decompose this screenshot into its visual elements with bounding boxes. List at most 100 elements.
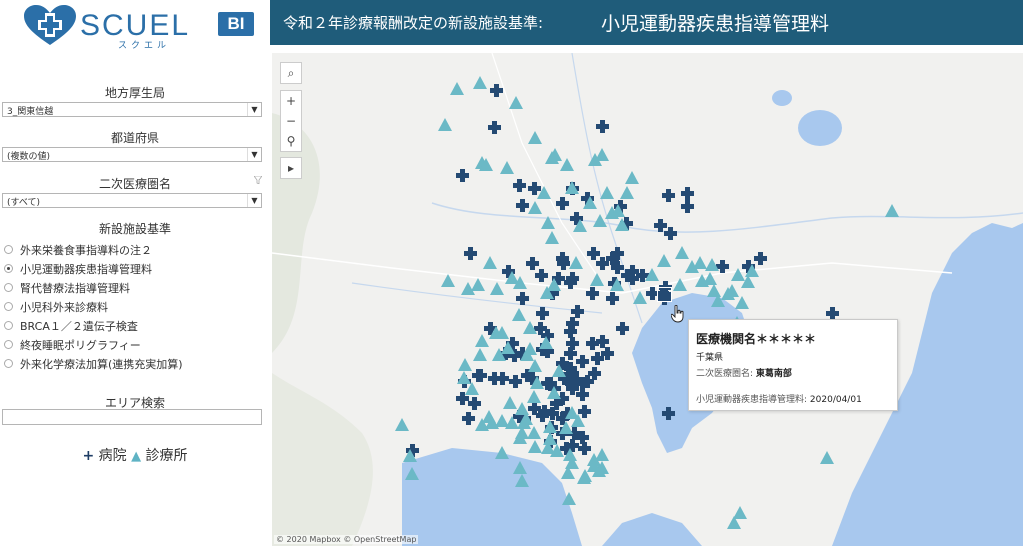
radio-button[interactable] <box>4 264 13 273</box>
hospital-marker[interactable] <box>664 227 677 240</box>
clinic-marker[interactable] <box>673 278 687 291</box>
clinic-marker[interactable] <box>523 321 537 334</box>
clinic-marker[interactable] <box>600 186 614 199</box>
clinic-marker[interactable] <box>885 204 899 217</box>
hospital-marker[interactable] <box>513 179 526 192</box>
map-search-control[interactable]: ⌕ <box>280 62 302 84</box>
clinic-marker[interactable] <box>703 272 717 285</box>
expand-icon[interactable]: ▸ <box>281 158 301 178</box>
clinic-marker[interactable] <box>528 359 542 372</box>
radio-button[interactable] <box>4 340 13 349</box>
clinic-marker[interactable] <box>465 382 479 395</box>
criteria-option[interactable]: BRCA１／２遺伝子検査 <box>4 316 183 335</box>
prefecture-select[interactable]: (複数の値) ▼ <box>2 147 262 162</box>
radio-button[interactable] <box>4 321 13 330</box>
clinic-marker[interactable] <box>547 278 561 291</box>
hospital-marker[interactable] <box>564 347 577 360</box>
clinic-marker[interactable] <box>528 440 542 453</box>
clinic-marker[interactable] <box>475 334 489 347</box>
clinic-marker[interactable] <box>633 291 647 304</box>
clinic-marker[interactable] <box>625 171 639 184</box>
clinic-marker[interactable] <box>438 118 452 131</box>
criteria-option[interactable]: 小児科外来診療料 <box>4 297 183 316</box>
hospital-marker[interactable] <box>576 388 589 401</box>
clinic-marker[interactable] <box>513 276 527 289</box>
clinic-marker[interactable] <box>492 348 506 361</box>
hospital-marker[interactable] <box>556 197 569 210</box>
clinic-marker[interactable] <box>820 451 834 464</box>
clinic-marker[interactable] <box>583 196 597 209</box>
zoom-out-icon[interactable]: − <box>281 111 301 131</box>
clinic-marker[interactable] <box>578 469 592 482</box>
clinic-marker[interactable] <box>395 418 409 431</box>
clinic-marker[interactable] <box>458 358 472 371</box>
clinic-marker[interactable] <box>461 282 475 295</box>
clinic-marker[interactable] <box>725 284 739 297</box>
hospital-marker[interactable] <box>586 337 599 350</box>
clinic-marker[interactable] <box>705 258 719 271</box>
hospital-marker[interactable] <box>468 397 481 410</box>
clinic-marker[interactable] <box>560 158 574 171</box>
hospital-marker[interactable] <box>681 200 694 213</box>
hospital-marker[interactable] <box>488 372 501 385</box>
hospital-marker[interactable] <box>536 307 549 320</box>
clinic-marker[interactable] <box>528 131 542 144</box>
hospital-marker[interactable] <box>662 407 675 420</box>
clinic-marker[interactable] <box>550 444 564 457</box>
clinic-marker[interactable] <box>513 461 527 474</box>
clinic-marker[interactable] <box>727 516 741 529</box>
hospital-marker[interactable] <box>490 84 503 97</box>
radio-button[interactable] <box>4 283 13 292</box>
chevron-down-icon[interactable]: ▼ <box>247 194 261 207</box>
clinic-marker[interactable] <box>503 396 517 409</box>
hospital-marker[interactable] <box>564 276 577 289</box>
hospital-marker[interactable] <box>662 189 675 202</box>
clinic-marker[interactable] <box>562 492 576 505</box>
clinic-marker[interactable] <box>483 256 497 269</box>
criteria-option[interactable]: 腎代替療法指導管理料 <box>4 278 183 297</box>
clinic-marker[interactable] <box>473 348 487 361</box>
clinic-marker[interactable] <box>537 186 551 199</box>
criteria-option[interactable]: 終夜睡眠ポリグラフィー <box>4 335 183 354</box>
search-icon[interactable]: ⌕ <box>281 63 301 83</box>
hospital-marker[interactable] <box>576 431 589 444</box>
facility-map[interactable]: ⌕ + − ⚲ ▸ © 2020 Mapbox © OpenStreetMap <box>272 53 1023 546</box>
hospital-marker[interactable] <box>586 287 599 300</box>
hospital-marker[interactable] <box>626 265 639 278</box>
hospital-marker[interactable] <box>587 247 600 260</box>
clinic-marker[interactable] <box>611 204 625 217</box>
clinic-marker[interactable] <box>563 448 577 461</box>
hospital-marker[interactable] <box>526 257 539 270</box>
map-expand-control[interactable]: ▸ <box>280 157 302 179</box>
clinic-marker[interactable] <box>745 264 759 277</box>
hospital-marker[interactable] <box>566 317 579 330</box>
clinic-marker[interactable] <box>475 418 489 431</box>
clinic-marker[interactable] <box>450 82 464 95</box>
hospital-marker[interactable] <box>611 247 624 260</box>
clinic-marker[interactable] <box>500 161 514 174</box>
pin-icon[interactable]: ⚲ <box>281 131 301 151</box>
radio-button[interactable] <box>4 359 13 368</box>
clinic-marker[interactable] <box>490 282 504 295</box>
clinic-marker[interactable] <box>528 201 542 214</box>
clinic-marker[interactable] <box>495 446 509 459</box>
hospital-marker[interactable] <box>464 247 477 260</box>
clinic-marker[interactable] <box>441 274 455 287</box>
chevron-down-icon[interactable]: ▼ <box>247 103 261 116</box>
clinic-marker[interactable] <box>615 218 629 231</box>
clinic-marker[interactable] <box>620 186 634 199</box>
clinic-marker[interactable] <box>517 416 531 429</box>
criteria-option[interactable]: 小児運動器疾患指導管理料 <box>4 259 183 278</box>
hospital-marker[interactable] <box>606 292 619 305</box>
hospital-marker[interactable] <box>462 412 475 425</box>
clinic-marker[interactable] <box>539 336 553 349</box>
clinic-marker[interactable] <box>735 296 749 309</box>
medical-area-select[interactable]: (すべて) ▼ <box>2 193 262 208</box>
hospital-marker[interactable] <box>516 292 529 305</box>
hospital-marker[interactable] <box>474 369 487 382</box>
clinic-marker[interactable] <box>590 273 604 286</box>
area-search-input[interactable] <box>2 409 262 425</box>
clinic-marker[interactable] <box>405 467 419 480</box>
hospital-marker[interactable] <box>456 169 469 182</box>
clinic-marker[interactable] <box>569 256 583 269</box>
